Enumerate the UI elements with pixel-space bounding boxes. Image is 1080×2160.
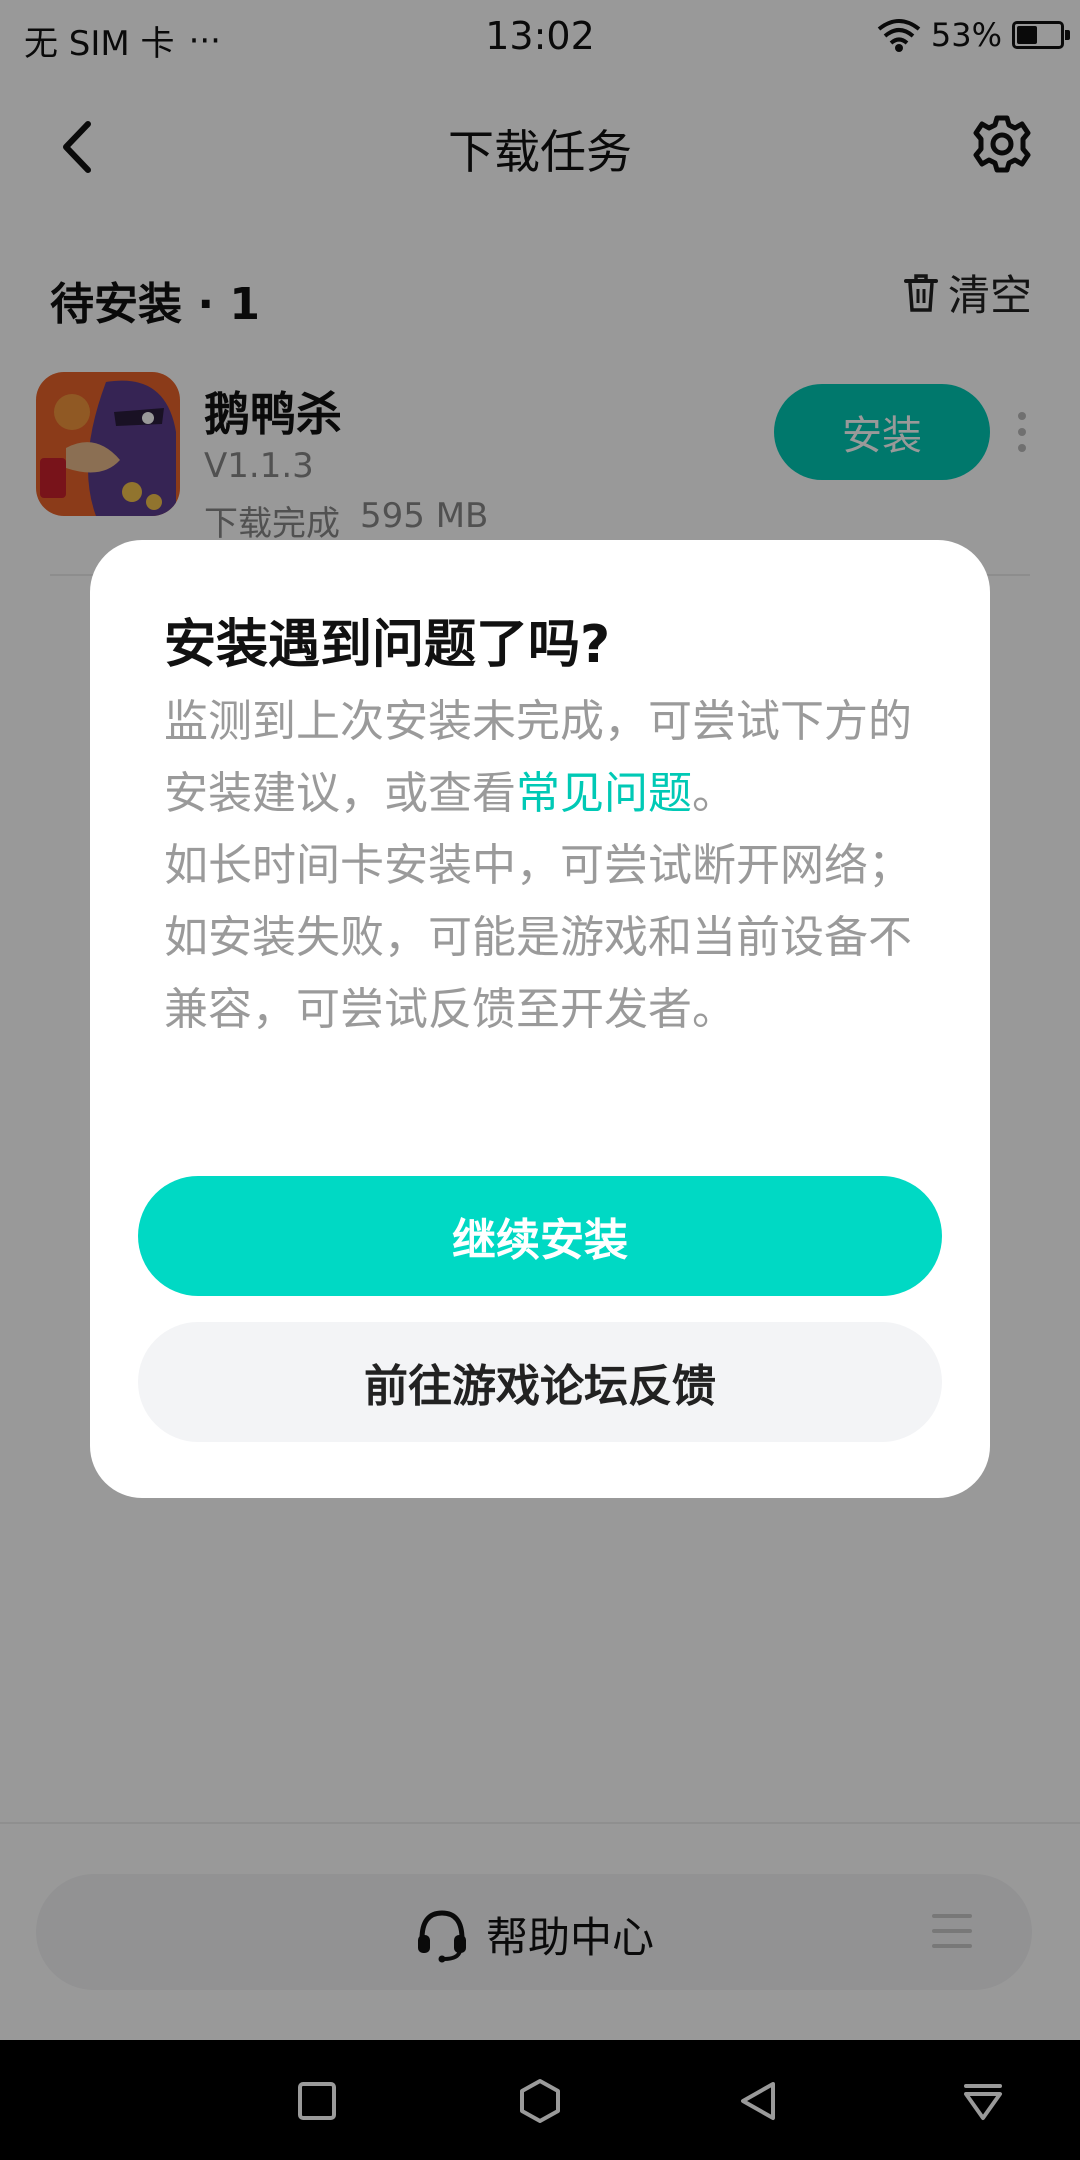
system-nav-bar (0, 2040, 1080, 2160)
notification-down-icon[interactable] (960, 2078, 1006, 2124)
screen: 无 SIM 卡 ··· 13:02 53% 下载任务 待安装 · 1 清空 鹅鸭… (0, 0, 1080, 2160)
forum-feedback-button[interactable]: 前往游戏论坛反馈 (138, 1322, 942, 1442)
faq-link[interactable]: 常见问题 (516, 768, 692, 819)
square-icon[interactable] (294, 2078, 340, 2124)
home-hexagon-icon[interactable] (517, 2078, 563, 2124)
dialog-body: 监测到上次安装未完成，可尝试下方的安装建议，或查看常见问题。 如长时间卡安装中，… (164, 686, 924, 1046)
dialog-text-3: 如长时间卡安装中，可尝试断开网络； (164, 840, 912, 891)
dialog-text-2: 。 (692, 768, 736, 819)
dialog-title: 安装遇到问题了吗? (164, 615, 611, 675)
dialog-text-4: 如安装失败，可能是游戏和当前设备不兼容，可尝试反馈至开发者。 (164, 912, 912, 1035)
continue-install-button[interactable]: 继续安装 (138, 1176, 942, 1296)
back-triangle-icon[interactable] (735, 2078, 781, 2124)
install-problem-dialog: 安装遇到问题了吗? 监测到上次安装未完成，可尝试下方的安装建议，或查看常见问题。… (90, 540, 990, 1498)
